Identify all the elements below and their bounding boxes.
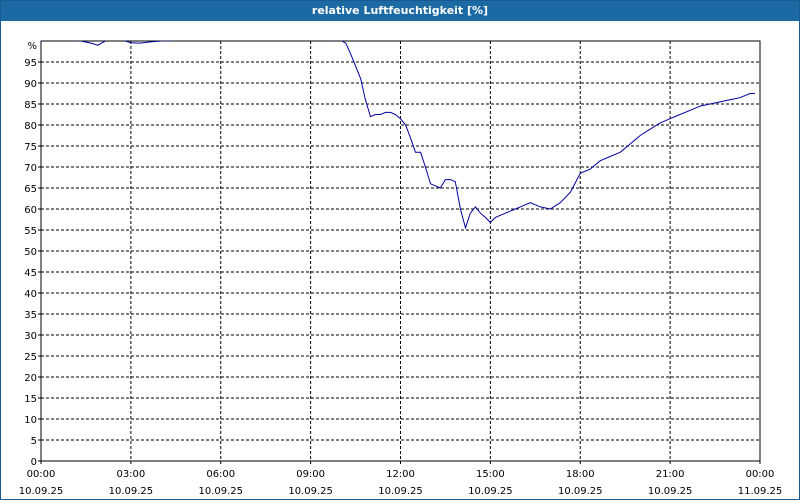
x-tick-time-label: 00:00 — [746, 469, 775, 480]
humidity-series-line — [41, 41, 755, 230]
y-tick-label: 5 — [31, 436, 37, 447]
y-tick-label: 75 — [24, 142, 37, 153]
y-tick-label: 30 — [24, 331, 37, 342]
x-tick-time-label: 18:00 — [566, 469, 595, 480]
y-tick-label: 35 — [24, 310, 37, 321]
x-tick-time-label: 12:00 — [386, 469, 415, 480]
humidity-chart: 0 5 10 15 20 25 30 35 40 45 50 55 60 65 70 75 80 85 90 95% 0… — [19, 40, 783, 497]
x-tick-date-label: 10.09.25 — [648, 486, 693, 497]
y-tick-label: 10 — [24, 415, 37, 426]
x-tick-time-label: 03:00 — [116, 469, 145, 480]
y-tick-label: 65 — [24, 184, 37, 195]
y-tick-label: 45 — [24, 268, 37, 279]
x-tick-time-label: 21:00 — [656, 469, 685, 480]
y-tick-label: 0 — [31, 457, 37, 468]
y-tick-label: 60 — [24, 205, 37, 216]
x-tick-date-label: 10.09.25 — [19, 486, 64, 497]
y-tick-label: 90 — [24, 79, 37, 90]
x-tick-time-label: 06:00 — [206, 469, 235, 480]
x-tick-time-label: 15:00 — [476, 469, 505, 480]
x-tick-date-label: 10.09.25 — [198, 486, 243, 497]
y-axis-unit-label: % — [27, 41, 37, 52]
x-tick-date-label: 10.09.25 — [288, 486, 333, 497]
x-tick-date-label: 10.09.25 — [378, 486, 423, 497]
x-tick-time-label: 00:00 — [27, 469, 56, 480]
y-tick-label: 25 — [24, 352, 37, 363]
x-tick-date-label: 10.09.25 — [558, 486, 603, 497]
chart-window: relative Luftfeuchtigkeit [%] 0 5 10 15 20 25… — [0, 0, 800, 500]
y-tick-label: 20 — [24, 373, 37, 384]
y-tick-label: 95 — [24, 58, 37, 69]
y-tick-label: 15 — [24, 394, 37, 405]
y-tick-label: 80 — [24, 121, 37, 132]
x-tick-time-label: 09:00 — [296, 469, 325, 480]
x-tick-date-label: 10.09.25 — [468, 486, 513, 497]
y-tick-label: 50 — [24, 247, 37, 258]
y-tick-label: 70 — [24, 163, 37, 174]
y-tick-label: 55 — [24, 226, 37, 237]
x-tick-date-label: 11.09.25 — [738, 486, 783, 497]
y-tick-label: 85 — [24, 100, 37, 111]
x-tick-date-label: 10.09.25 — [109, 486, 154, 497]
y-tick-label: 40 — [24, 289, 37, 300]
